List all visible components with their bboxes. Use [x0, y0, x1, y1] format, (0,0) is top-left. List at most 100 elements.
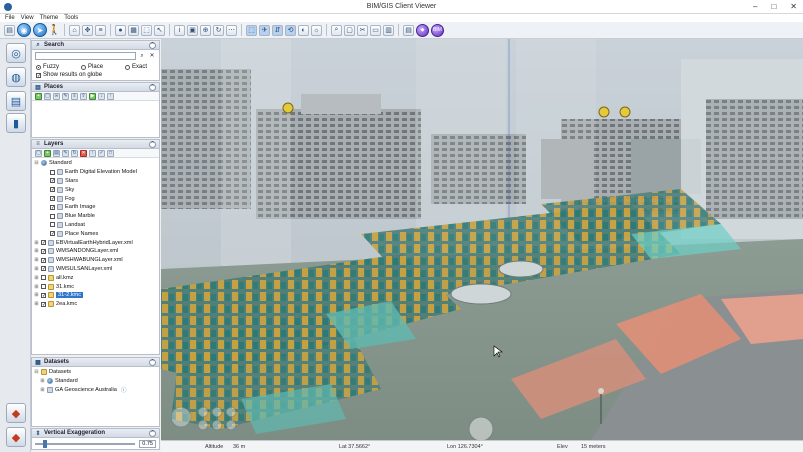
layer-checkbox[interactable]: [41, 284, 46, 290]
fuzzy-radio[interactable]: Fuzzy: [36, 64, 59, 70]
layer-tree-item[interactable]: ⊞ 31.kmc: [34, 282, 157, 291]
layer-tree-item[interactable]: ⊞ all.kmz: [34, 273, 157, 282]
show-results-checkbox[interactable]: ✓ Show results on globe: [32, 72, 159, 78]
expand-toggle-icon[interactable]: ⊞: [34, 257, 39, 263]
menu-tools[interactable]: Tools: [64, 14, 78, 22]
tools-icon[interactable]: ✂: [357, 24, 368, 36]
layers-icon[interactable]: ≡: [95, 24, 106, 36]
document-icon[interactable]: ▭: [370, 24, 381, 36]
menu-file[interactable]: File: [5, 14, 15, 22]
globe-tool-icon[interactable]: ◎: [6, 43, 26, 63]
zoom-extent-icon[interactable]: ⬚: [141, 24, 152, 36]
expand-toggle-icon[interactable]: ⊞: [34, 292, 39, 298]
layer-props-icon[interactable]: ✎: [62, 149, 69, 157]
add-place-icon[interactable]: +: [35, 92, 42, 100]
layer-tree-item[interactable]: ⊞ ✓ WMSHWABUNGLayer.xml: [34, 256, 157, 265]
layer-checkbox[interactable]: ✓: [41, 240, 46, 246]
document-tool-icon[interactable]: ▤: [6, 91, 26, 111]
folder-icon[interactable]: ▢: [344, 24, 355, 36]
layer-checkbox[interactable]: ✓: [41, 266, 46, 272]
globe-3d-viewport[interactable]: [161, 39, 803, 440]
layer-checkbox[interactable]: [50, 213, 55, 219]
tree-item[interactable]: ⊞ GA Geoscience Australia ⓘ: [34, 386, 157, 395]
exact-radio[interactable]: Exact: [125, 64, 147, 70]
collapse-icon[interactable]: ⌃: [149, 42, 156, 49]
expand-toggle-icon[interactable]: ⊞: [34, 266, 39, 272]
collapse-icon[interactable]: ⌃: [149, 141, 156, 148]
grid-icon[interactable]: ▦: [128, 24, 139, 36]
layer-tree-item[interactable]: Landsat: [34, 221, 157, 230]
layer-checkbox[interactable]: ✓: [50, 204, 55, 210]
info-icon[interactable]: i: [174, 24, 185, 36]
folder-icon[interactable]: ▢: [44, 92, 51, 100]
collapse-icon[interactable]: ⌃: [149, 84, 156, 91]
gis-tool-icon[interactable]: ◆: [6, 427, 26, 447]
sun-icon[interactable]: ☼: [311, 24, 322, 36]
down-icon[interactable]: ↓: [98, 92, 105, 100]
walk-icon[interactable]: 🚶: [48, 25, 60, 36]
expand-toggle-icon[interactable]: ⊞: [34, 240, 39, 246]
search-go-icon[interactable]: ⌕: [138, 52, 146, 60]
up-layer-icon[interactable]: ↑: [89, 149, 96, 157]
tree-item[interactable]: ⊞ Standard: [34, 377, 157, 386]
edit-icon[interactable]: ✎: [62, 92, 69, 100]
cursor-icon[interactable]: ↖: [154, 24, 165, 36]
collapse-toggle-icon[interactable]: ⊟: [34, 160, 39, 166]
layer-checkbox[interactable]: [50, 169, 55, 175]
layer-tree-item[interactable]: ✓ Sky: [34, 185, 157, 194]
measure-icon[interactable]: ⌕: [331, 24, 342, 36]
fly-icon[interactable]: ✈: [259, 24, 270, 36]
collapse-icon[interactable]: ⌃: [149, 430, 156, 437]
layer-checkbox[interactable]: ✓: [50, 187, 55, 193]
layer-tree-item[interactable]: ✓ Stars: [34, 177, 157, 186]
expand-toggle-icon[interactable]: ⊞: [40, 387, 45, 393]
bim-plugin-icon[interactable]: ◆: [416, 23, 429, 37]
north-icon[interactable]: ●: [115, 24, 126, 36]
layer-tree-item[interactable]: ✓ Place Names: [34, 229, 157, 238]
layer-checkbox[interactable]: [41, 275, 46, 281]
layer-tree-item[interactable]: ⊟ Standard: [34, 159, 157, 168]
tilt-icon[interactable]: ⇵: [272, 24, 283, 36]
layer-tree-item[interactable]: ⊞ ✓ 2ea.kmc: [34, 300, 157, 309]
check-all-icon[interactable]: ✓: [98, 149, 105, 157]
open-folder-icon[interactable]: ▤: [4, 24, 15, 36]
collapse-toggle-icon[interactable]: ⊟: [34, 369, 39, 375]
delete-layer-icon[interactable]: ✕: [80, 149, 87, 157]
refresh-icon[interactable]: ↻: [213, 24, 224, 36]
tree-item[interactable]: ⊟ Datasets: [34, 368, 157, 377]
layer-checkbox[interactable]: ✓: [41, 301, 46, 307]
slider-thumb[interactable]: [43, 440, 48, 448]
exaggeration-slider[interactable]: [35, 440, 136, 448]
checkbox[interactable]: ✓: [36, 72, 41, 78]
layer-checkbox[interactable]: ✓: [41, 248, 46, 254]
gis-plugin-icon[interactable]: BIM: [431, 23, 444, 37]
expand-toggle-icon[interactable]: ⊞: [34, 301, 39, 307]
layer-checkbox[interactable]: ✓: [50, 196, 55, 202]
expand-toggle-icon[interactable]: ⊞: [34, 248, 39, 254]
layer-tree-item[interactable]: ✓ Fog: [34, 194, 157, 203]
expand-toggle-icon[interactable]: ⊞: [34, 275, 39, 281]
go-icon[interactable]: ▶: [89, 92, 96, 100]
import-icon[interactable]: ⇩: [71, 92, 78, 100]
uncheck-all-icon[interactable]: □: [107, 149, 114, 157]
expand-toggle-icon[interactable]: ⊞: [34, 284, 39, 290]
clear-search-icon[interactable]: ✕: [148, 52, 156, 60]
pan-icon[interactable]: ✥: [82, 24, 93, 36]
menu-theme[interactable]: Theme: [40, 14, 59, 22]
menu-view[interactable]: View: [21, 14, 34, 22]
options-icon[interactable]: ⋯: [226, 24, 237, 36]
home-icon[interactable]: ⌂: [69, 24, 80, 36]
link-icon[interactable]: ∞: [53, 92, 60, 100]
collapse-icon[interactable]: ⌃: [149, 359, 156, 366]
layer-tree-item[interactable]: ⊞ ✓ WMSANDONGLayer.xml: [34, 247, 157, 256]
layer-checkbox[interactable]: ✓: [41, 257, 46, 263]
place-radio[interactable]: Place: [81, 64, 103, 70]
rotate-icon[interactable]: ⟲: [285, 24, 296, 36]
layer-checkbox[interactable]: ✓: [41, 292, 46, 298]
layer-checkbox[interactable]: ✓: [50, 178, 55, 184]
earth-tool-icon[interactable]: ◍: [6, 67, 26, 87]
globe-icon[interactable]: ◉: [17, 23, 31, 37]
compass-icon[interactable]: ◐: [298, 24, 309, 36]
open-layer-icon[interactable]: ▢: [35, 149, 42, 157]
layer-checkbox[interactable]: [50, 222, 55, 228]
